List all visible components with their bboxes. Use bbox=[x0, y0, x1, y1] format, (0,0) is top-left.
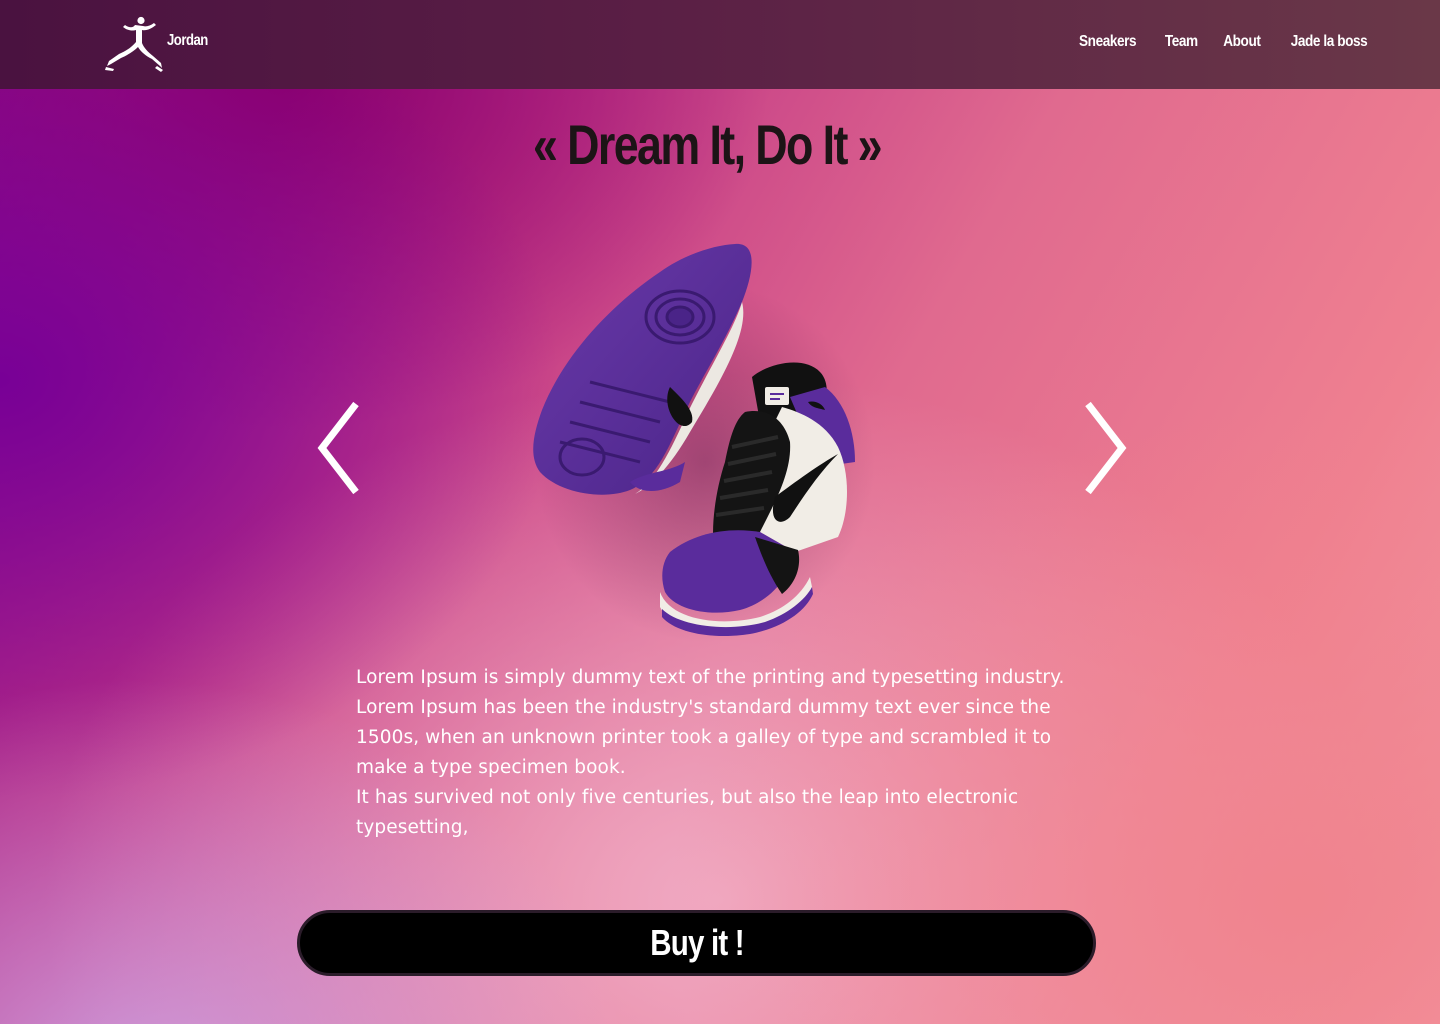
brand-link[interactable]: Jordan bbox=[105, 16, 217, 72]
nav-item-team[interactable]: Team bbox=[1165, 33, 1198, 51]
nav-item-about[interactable]: About bbox=[1224, 33, 1262, 51]
description-paragraph-1: Lorem Ipsum is simply dummy text of the … bbox=[356, 667, 1065, 778]
hero-title: « Dream It, Do It » bbox=[532, 113, 883, 176]
sneaker-pair-image bbox=[520, 232, 880, 642]
nav-item-sneakers[interactable]: Sneakers bbox=[1080, 33, 1138, 51]
sneaker-illustration bbox=[533, 243, 875, 642]
site-header: Jordan Sneakers Team About Jade la boss bbox=[0, 0, 1440, 89]
description-paragraph-2: It has survived not only five centuries,… bbox=[356, 787, 1019, 838]
nav-item-jade-la-boss[interactable]: Jade la boss bbox=[1291, 33, 1368, 51]
chevron-right-icon bbox=[1085, 401, 1127, 495]
main-nav: Sneakers Team About Jade la boss bbox=[1054, 33, 1374, 51]
carousel-next-button[interactable] bbox=[1076, 398, 1136, 498]
brand-name: Jordan bbox=[167, 32, 208, 49]
buy-button[interactable]: Buy it ! bbox=[297, 910, 1096, 976]
chevron-left-icon bbox=[317, 401, 359, 495]
buy-button-label: Buy it ! bbox=[649, 922, 744, 963]
carousel-prev-button[interactable] bbox=[308, 398, 368, 498]
product-description: Lorem Ipsum is simply dummy text of the … bbox=[356, 663, 1096, 843]
jumpman-logo-icon bbox=[105, 16, 163, 72]
